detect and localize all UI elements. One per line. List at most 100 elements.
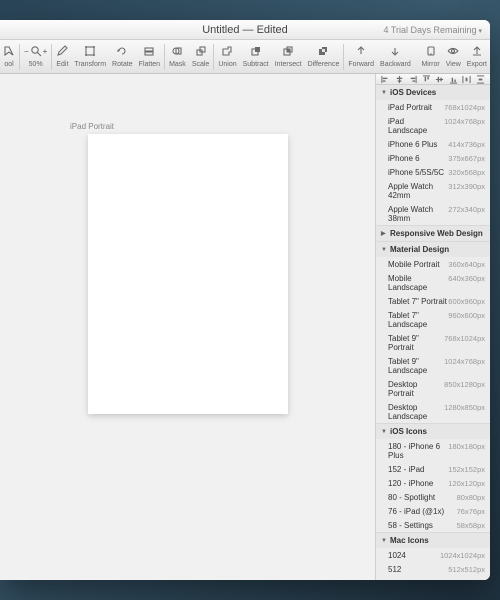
tab-distribute-v-icon[interactable]: [475, 74, 485, 84]
artboard[interactable]: [88, 134, 288, 414]
preset-item[interactable]: iPhone 6375x667px: [376, 151, 490, 165]
preset-item[interactable]: Desktop Portrait850x1280px: [376, 377, 490, 400]
preset-dimensions: 850x1280px: [444, 380, 485, 398]
tab-align-right-icon[interactable]: [408, 74, 418, 84]
preset-item[interactable]: 256 256x256px: [376, 576, 490, 580]
edit-icon[interactable]: [56, 45, 68, 57]
section-header[interactable]: ▼iOS Devices: [376, 85, 490, 100]
section-title: Responsive Web Design: [390, 229, 483, 238]
preset-dimensions: 1280x850px: [444, 403, 485, 421]
window-title: Untitled — Edited: [202, 24, 288, 36]
zoom-value[interactable]: 50%: [29, 61, 43, 68]
section-header[interactable]: ▼Material Design: [376, 242, 490, 257]
rotate-label: Rotate: [112, 61, 133, 68]
difference-icon[interactable]: [317, 45, 329, 57]
preset-dimensions: 76x76px: [457, 507, 485, 516]
canvas[interactable]: iPad Portrait: [0, 74, 375, 580]
preset-item[interactable]: iPhone 5/5S/5C320x568px: [376, 165, 490, 179]
inspector-tabs: [376, 74, 490, 85]
preset-name: 256: [388, 579, 401, 581]
export-label: Export: [467, 61, 487, 68]
scale-icon[interactable]: [195, 45, 207, 57]
rotate-icon[interactable]: [116, 45, 128, 57]
preset-dimensions: 120x120px: [448, 479, 485, 488]
preset-item[interactable]: 512512x512px: [376, 562, 490, 576]
preset-dimensions: 256x256px: [448, 579, 485, 581]
preset-item[interactable]: Tablet 7" Landscape960x600px: [376, 308, 490, 331]
preset-item[interactable]: 152 - iPad152x152px: [376, 462, 490, 476]
preset-dimensions: 414x736px: [448, 140, 485, 149]
preset-section: ▼Mac Icons10241024x1024px512512x512px256…: [376, 533, 490, 580]
transform-label: Transform: [74, 61, 106, 68]
preset-item[interactable]: Desktop Landscape1280x850px: [376, 400, 490, 423]
preset-item[interactable]: Tablet 7" Portrait600x960px: [376, 294, 490, 308]
backward-icon[interactable]: [389, 45, 401, 57]
flatten-icon[interactable]: [143, 45, 155, 57]
triangle-down-icon: ▼: [381, 429, 388, 435]
preset-item[interactable]: 180 - iPhone 6 Plus180x180px: [376, 439, 490, 462]
flatten-label: Flatten: [139, 61, 160, 68]
export-icon[interactable]: [471, 45, 483, 57]
preset-item[interactable]: iPad Landscape1024x768px: [376, 114, 490, 137]
inspector-sidebar: ▼iOS DevicesiPad Portrait768x1024pxiPad …: [375, 74, 490, 580]
preset-item[interactable]: 80 - Spotlight80x80px: [376, 490, 490, 504]
preset-item[interactable]: iPhone 6 Plus 414x736px: [376, 137, 490, 151]
preset-dimensions: 768x1024px: [444, 334, 485, 352]
zoom-out-button[interactable]: −: [24, 47, 29, 56]
view-icon[interactable]: [447, 45, 459, 57]
preset-item[interactable]: Mobile Portrait360x640px: [376, 257, 490, 271]
tab-align-middle-icon[interactable]: [435, 74, 445, 84]
transform-icon[interactable]: [84, 45, 96, 57]
forward-icon[interactable]: [355, 45, 367, 57]
intersect-icon[interactable]: [282, 45, 294, 57]
artboard-label[interactable]: iPad Portrait: [70, 122, 114, 131]
tool-icon[interactable]: [3, 45, 15, 57]
preset-item[interactable]: iPad Portrait768x1024px: [376, 100, 490, 114]
preset-item[interactable]: 120 - iPhone 120x120px: [376, 476, 490, 490]
preset-item[interactable]: 10241024x1024px: [376, 548, 490, 562]
tab-align-top-icon[interactable]: [421, 74, 431, 84]
forward-label: Forward: [348, 61, 374, 68]
zoom-group: − + 50%: [21, 42, 50, 68]
preset-name: 120 - iPhone: [388, 479, 433, 488]
preset-dimensions: 640x360px: [448, 274, 485, 292]
preset-dimensions: 1024x768px: [444, 117, 485, 135]
preset-item[interactable]: Apple Watch 42mm312x390px: [376, 179, 490, 202]
tab-align-bottom-icon[interactable]: [448, 74, 458, 84]
preset-item[interactable]: 76 - iPad (@1x)76x76px: [376, 504, 490, 518]
preset-name: iPhone 6 Plus: [388, 140, 437, 149]
preset-sections: ▼iOS DevicesiPad Portrait768x1024pxiPad …: [376, 85, 490, 580]
tab-align-center-icon[interactable]: [394, 74, 404, 84]
preset-name: Tablet 9" Landscape: [388, 357, 444, 375]
section-title: iOS Devices: [390, 88, 436, 97]
subtract-icon[interactable]: [250, 45, 262, 57]
section-header[interactable]: ▼Mac Icons: [376, 533, 490, 548]
section-header[interactable]: ▶Responsive Web Design: [376, 226, 490, 241]
preset-item[interactable]: Apple Watch 38mm272x340px: [376, 202, 490, 225]
preset-item[interactable]: Mobile Landscape640x360px: [376, 271, 490, 294]
mask-icon[interactable]: [171, 45, 183, 57]
tool-label: ool: [4, 61, 13, 68]
zoom-in-button[interactable]: +: [43, 47, 48, 56]
mirror-icon[interactable]: [425, 45, 437, 57]
preset-name: 180 - iPhone 6 Plus: [388, 442, 448, 460]
preset-name: Mobile Landscape: [388, 274, 448, 292]
preset-item[interactable]: Tablet 9" Landscape1024x768px: [376, 354, 490, 377]
preset-dimensions: 58x58px: [457, 521, 485, 530]
magnify-icon[interactable]: [30, 45, 42, 57]
preset-name: 1024: [388, 551, 406, 560]
scale-label: Scale: [192, 61, 210, 68]
tab-align-left-icon[interactable]: [381, 74, 391, 84]
section-header[interactable]: ▼iOS Icons: [376, 424, 490, 439]
preset-dimensions: 80x80px: [457, 493, 485, 502]
preset-name: 58 - Settings: [388, 521, 433, 530]
preset-name: 512: [388, 565, 401, 574]
preset-item[interactable]: Tablet 9" Portrait768x1024px: [376, 331, 490, 354]
preset-name: iPad Portrait: [388, 103, 432, 112]
union-icon[interactable]: [221, 45, 233, 57]
tab-distribute-h-icon[interactable]: [462, 74, 472, 84]
titlebar[interactable]: Untitled — Edited 4 Trial Days Remaining: [0, 20, 490, 40]
preset-name: iPhone 5/5S/5C: [388, 168, 444, 177]
preset-item[interactable]: 58 - Settings 58x58px: [376, 518, 490, 532]
trial-status[interactable]: 4 Trial Days Remaining: [383, 25, 482, 35]
